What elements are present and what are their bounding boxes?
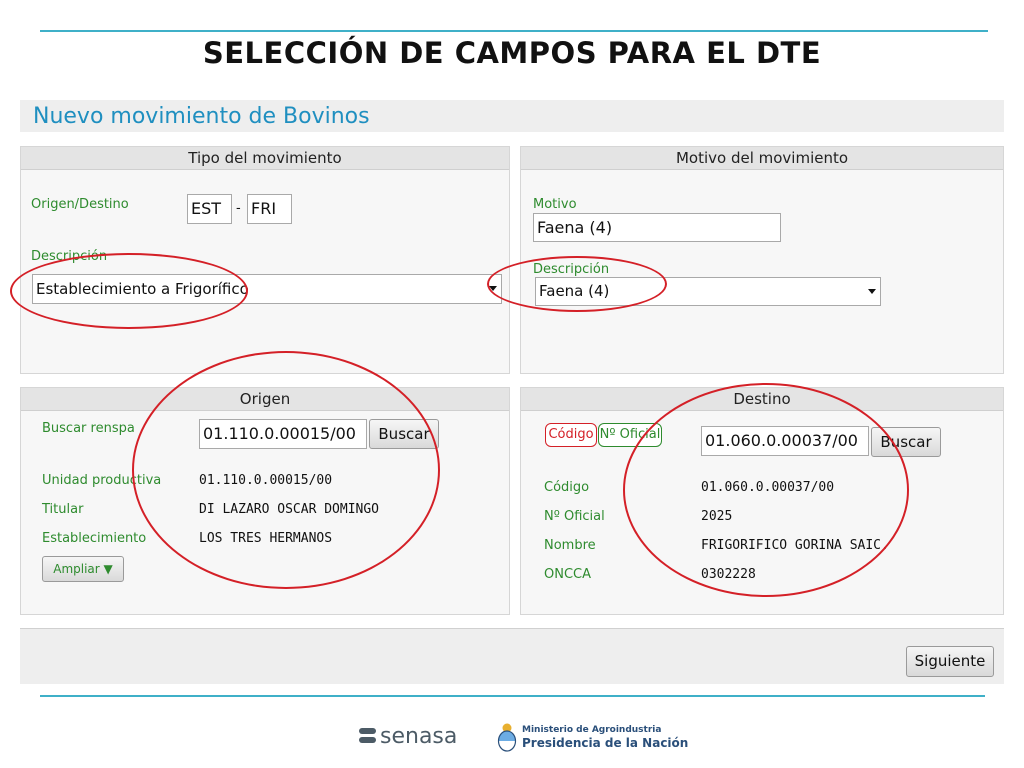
origen-destino-label: Origen/Destino [31,197,129,212]
annotation-circle-origen [132,351,440,589]
buscar-renspa-label: Buscar renspa [42,421,135,436]
senasa-mark-icon [359,728,376,743]
destino-oncca-label: ONCCA [544,567,592,582]
destino-codigo-label: Código [544,480,590,495]
siguiente-button[interactable]: Siguiente [906,646,994,677]
ministerio-line1: Ministerio de Agroindustria [522,725,662,735]
establecimiento-label: Establecimiento [42,531,147,546]
footer-bar: Siguiente [20,628,1004,684]
app-window: Nuevo movimiento de Bovinos Tipo del mov… [20,93,1004,684]
motivo-input[interactable]: Faena (4) [533,213,781,242]
motivo-label: Motivo [533,197,577,212]
annotation-circle-destino [623,383,909,597]
senasa-wordmark: senasa [380,724,458,749]
titular-label: Titular [42,502,84,517]
coat-of-arms-icon [497,723,517,752]
destino-code-input[interactable]: FRI [247,194,292,224]
bottom-rule [40,695,985,697]
destino-nombre-label: Nombre [544,538,596,553]
destino-oficial-label: Nº Oficial [544,509,605,524]
annotation-circle-tipo [10,253,248,329]
ampliar-button[interactable]: Ampliar ▼ [42,556,124,582]
chevron-down-icon [868,288,876,294]
annotation-circle-motivo [487,256,667,312]
top-rule [40,30,988,32]
app-header: Nuevo movimiento de Bovinos [20,100,1004,132]
tipo-heading: Tipo del movimiento [21,147,509,170]
code-separator: - [236,201,241,216]
slide-title: SELECCIÓN DE CAMPOS PARA EL DTE [202,36,822,70]
page-title: Nuevo movimiento de Bovinos [33,104,370,129]
codigo-toggle[interactable]: Código [545,423,597,447]
ministerio-line2: Presidencia de la Nación [522,736,689,750]
origen-code-input[interactable]: EST [187,194,232,224]
motivo-heading: Motivo del movimiento [521,147,1003,170]
